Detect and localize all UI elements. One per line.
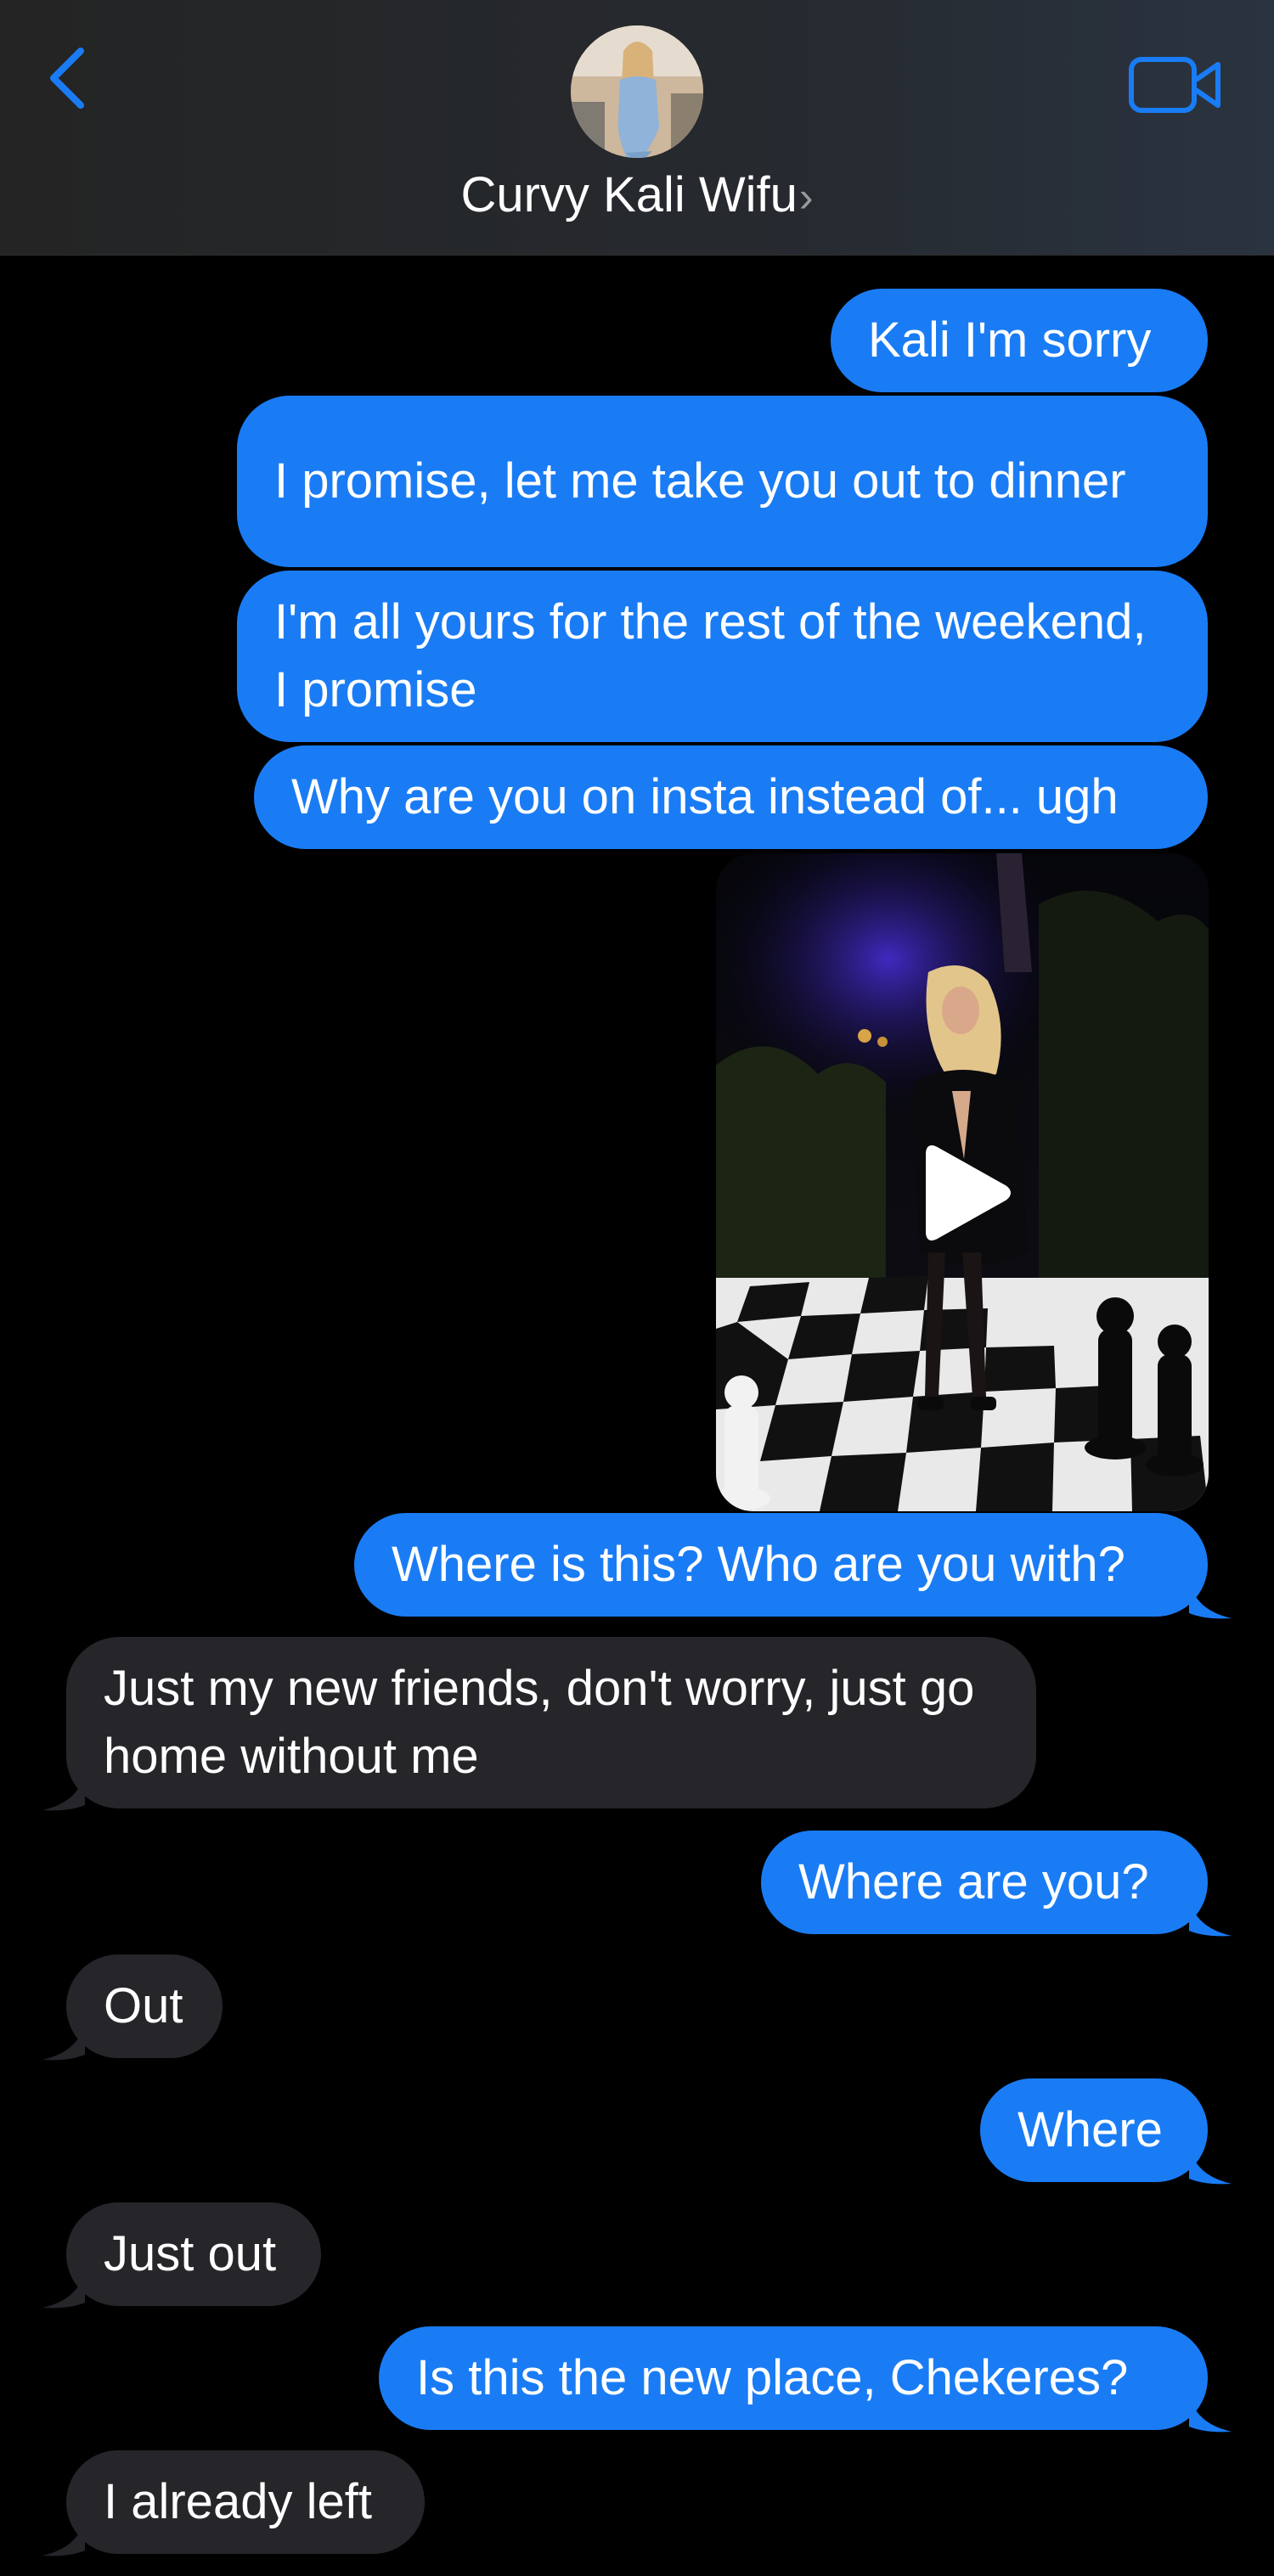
- video-attachment[interactable]: [716, 853, 1209, 1511]
- play-icon: [926, 1145, 1011, 1241]
- message-text: Out: [104, 1978, 183, 2033]
- sent-bubble-tail: [1189, 2145, 1232, 2185]
- message-text: Kali I'm sorry: [868, 312, 1152, 368]
- message-text: I'm all yours for the rest of the weeken…: [274, 594, 1147, 717]
- sent-bubble-tail: [1189, 1579, 1232, 1619]
- received-message-bubble[interactable]: Just my new friends, don't worry, just g…: [66, 1637, 1036, 1808]
- sent-message-bubble[interactable]: I'm all yours for the rest of the weeken…: [237, 571, 1208, 742]
- sent-message-bubble[interactable]: Why are you on insta instead of... ugh: [254, 745, 1208, 849]
- message-text: Where: [1018, 2102, 1163, 2157]
- received-message-bubble[interactable]: I already left: [66, 2450, 425, 2554]
- sent-message-bubble[interactable]: Where are you?: [761, 1831, 1208, 1934]
- back-button[interactable]: [41, 44, 92, 112]
- sent-message-bubble[interactable]: I promise, let me take you out to dinner: [237, 396, 1208, 567]
- message-text: I promise, let me take you out to dinner: [274, 453, 1126, 509]
- chevron-left-icon: [50, 48, 84, 109]
- received-bubble-tail: [42, 1771, 85, 1811]
- contact-avatar[interactable]: [571, 25, 703, 158]
- chevron-right-icon: ›: [798, 173, 814, 221]
- message-thread: Kali I'm sorry I promise, let me take yo…: [0, 255, 1274, 2576]
- sent-message-bubble[interactable]: Is this the new place, Chekeres?: [379, 2326, 1208, 2430]
- play-button[interactable]: [916, 1142, 1018, 1244]
- received-bubble-tail: [42, 2021, 85, 2061]
- message-text: Just my new friends, don't worry, just g…: [104, 1661, 975, 1784]
- video-camera-icon: [1129, 57, 1220, 113]
- avatar-photo: [571, 25, 703, 158]
- facetime-video-button[interactable]: [1126, 51, 1225, 119]
- contact-name[interactable]: Curvy Kali Wifu›: [0, 165, 1274, 228]
- sent-message-bubble[interactable]: Where: [980, 2078, 1208, 2182]
- conversation-header: Curvy Kali Wifu›: [0, 0, 1274, 256]
- sent-bubble-tail: [1189, 1897, 1232, 1937]
- message-text: Is this the new place, Chekeres?: [416, 2350, 1129, 2405]
- received-bubble-tail: [42, 2517, 85, 2556]
- sent-message-bubble[interactable]: Kali I'm sorry: [831, 289, 1208, 392]
- message-text: Where are you?: [798, 1854, 1149, 1910]
- received-message-bubble[interactable]: Just out: [66, 2202, 321, 2306]
- received-message-bubble[interactable]: Out: [66, 1954, 223, 2058]
- message-text: Where is this? Who are you with?: [392, 1537, 1125, 1592]
- sent-message-bubble[interactable]: Where is this? Who are you with?: [354, 1513, 1208, 1617]
- contact-name-label: Curvy Kali Wifu: [460, 167, 798, 222]
- received-bubble-tail: [42, 2269, 85, 2309]
- message-text: Why are you on insta instead of... ugh: [291, 769, 1119, 824]
- message-text: I already left: [104, 2474, 372, 2529]
- sent-bubble-tail: [1189, 2393, 1232, 2433]
- message-text: Just out: [104, 2226, 277, 2281]
